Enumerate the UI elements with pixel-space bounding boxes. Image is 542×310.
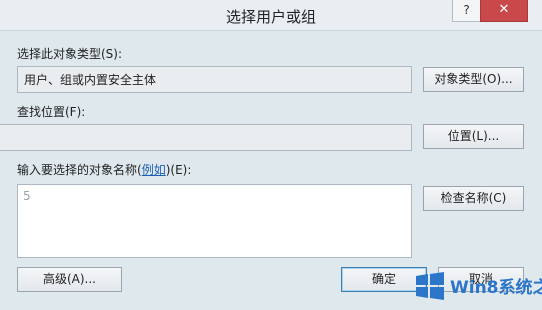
location-field xyxy=(0,124,412,151)
object-names-value: 5 xyxy=(23,189,31,203)
help-button[interactable]: ? xyxy=(452,0,481,22)
location-label: 查找位置(F): xyxy=(17,105,86,119)
check-names-button[interactable]: 检查名称(C) xyxy=(423,186,524,211)
title-bar: 选择用户或组 ? ✕ xyxy=(0,0,542,31)
object-names-input[interactable]: 5 xyxy=(17,184,412,258)
advanced-button[interactable]: 高级(A)... xyxy=(17,267,122,292)
location-button[interactable]: 位置(L)... xyxy=(423,124,524,149)
object-names-label: 输入要选择的对象名称(例如)(E): xyxy=(17,161,191,178)
windows-logo-icon xyxy=(416,272,444,300)
watermark: Win8系统之家 xyxy=(408,263,542,310)
close-button[interactable]: ✕ xyxy=(480,0,528,22)
object-names-label-suffix: )(E): xyxy=(165,163,192,177)
watermark-text: Win8系统之家 xyxy=(450,278,542,298)
object-names-label-prefix: 输入要选择的对象名称( xyxy=(17,163,142,177)
object-types-button[interactable]: 对象类型(O)... xyxy=(423,67,524,92)
examples-link[interactable]: 例如 xyxy=(142,163,166,177)
object-types-field: 用户、组或内置安全主体 xyxy=(17,66,412,93)
object-types-label: 选择此对象类型(S): xyxy=(17,47,123,61)
object-types-value: 用户、组或内置安全主体 xyxy=(24,73,157,87)
